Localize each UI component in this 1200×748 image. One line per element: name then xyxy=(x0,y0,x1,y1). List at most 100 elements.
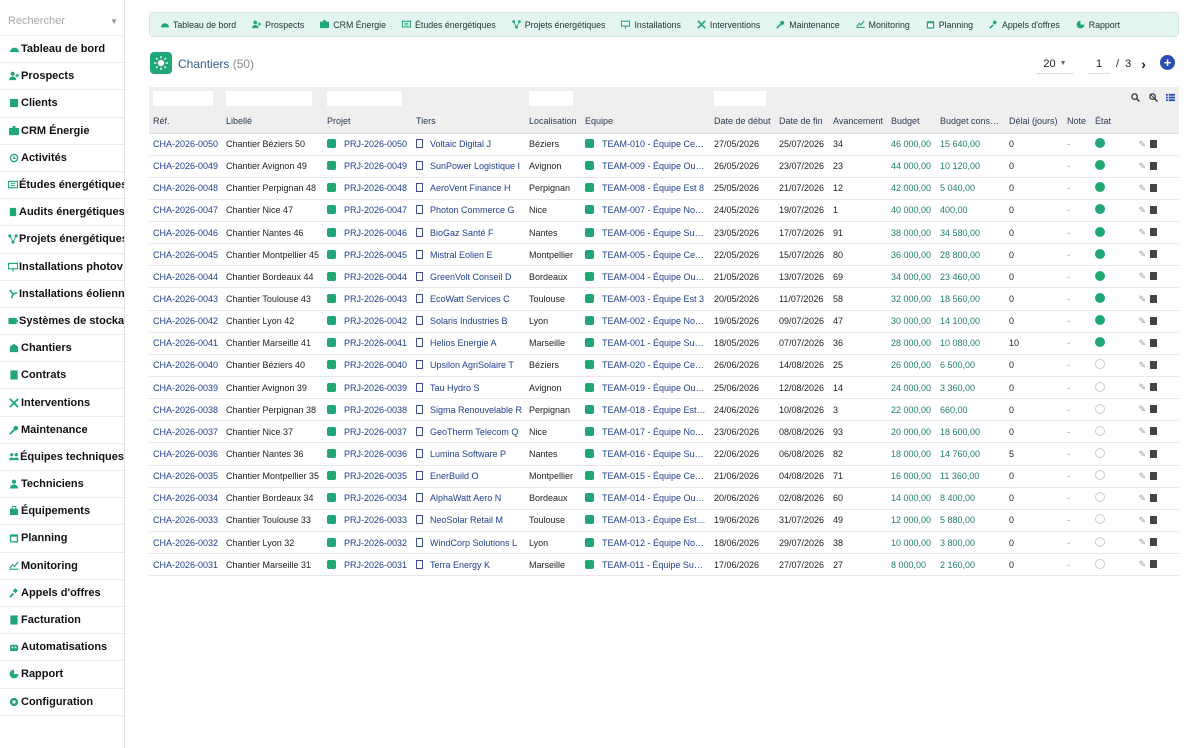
sidebar-item-equipements[interactable]: Équipements xyxy=(0,498,124,526)
delete-icon[interactable] xyxy=(1150,493,1157,502)
delete-icon[interactable] xyxy=(1150,471,1157,480)
project-link[interactable]: PRJ-2026-0038 xyxy=(344,405,407,415)
table-row[interactable]: CHA-2026-0042 Chantier Lyon 42 PRJ-2026-… xyxy=(149,310,1179,333)
column-header[interactable]: Date de début xyxy=(710,110,775,133)
top-menu-item-rapport[interactable]: Rapport xyxy=(1076,20,1120,30)
table-row[interactable]: CHA-2026-0036 Chantier Nantes 36 PRJ-202… xyxy=(149,443,1179,466)
tiers-link[interactable]: NeoSolar Retail M xyxy=(430,515,503,525)
delete-icon[interactable] xyxy=(1150,338,1157,347)
tiers-link[interactable]: AlphaWatt Aero N xyxy=(430,493,501,503)
delete-icon[interactable] xyxy=(1150,250,1157,259)
tiers-link[interactable]: BioGaz Santé F xyxy=(430,228,494,238)
top-menu-item-maintenance[interactable]: Maintenance xyxy=(776,20,840,30)
sidebar-item-monitoring[interactable]: Monitoring xyxy=(0,553,124,580)
ref-link[interactable]: CHA-2026-0035 xyxy=(153,471,218,481)
tiers-link[interactable]: Upsilon AgriSolaire T xyxy=(430,360,514,370)
project-link[interactable]: PRJ-2026-0035 xyxy=(344,471,407,481)
edit-icon[interactable]: ✎ xyxy=(1138,338,1146,348)
project-link[interactable]: PRJ-2026-0044 xyxy=(344,272,407,282)
project-link[interactable]: PRJ-2026-0032 xyxy=(344,538,407,548)
filter-location-input[interactable] xyxy=(529,91,574,106)
top-menu-item-monitoring[interactable]: Monitoring xyxy=(856,20,910,30)
edit-icon[interactable]: ✎ xyxy=(1138,139,1146,149)
edit-icon[interactable]: ✎ xyxy=(1138,426,1146,436)
team-link[interactable]: TEAM-009 - Équipe Ou… xyxy=(602,161,705,171)
sidebar-item-contrats[interactable]: Contrats xyxy=(0,362,124,390)
tiers-link[interactable]: Photon Commerce G xyxy=(430,205,515,215)
page-size-select[interactable]: 20 ▼ xyxy=(1036,54,1074,74)
delete-icon[interactable] xyxy=(1150,205,1157,214)
search-icon[interactable] xyxy=(1131,93,1140,102)
tiers-link[interactable]: SunPower Logistique I xyxy=(430,161,520,171)
ref-link[interactable]: CHA-2026-0042 xyxy=(153,316,218,326)
delete-icon[interactable] xyxy=(1150,161,1157,170)
edit-icon[interactable]: ✎ xyxy=(1138,559,1146,569)
sidebar-item-activites[interactable]: Activités xyxy=(0,145,124,172)
tiers-link[interactable]: Voltaic Digital J xyxy=(430,139,491,149)
table-row[interactable]: CHA-2026-0039 Chantier Avignon 39 PRJ-20… xyxy=(149,377,1179,399)
edit-icon[interactable]: ✎ xyxy=(1138,183,1146,193)
ref-link[interactable]: CHA-2026-0043 xyxy=(153,294,218,304)
delete-icon[interactable] xyxy=(1150,427,1157,436)
delete-icon[interactable] xyxy=(1150,515,1157,524)
sidebar-item-prospects[interactable]: Prospects xyxy=(0,63,124,91)
project-link[interactable]: PRJ-2026-0042 xyxy=(344,316,407,326)
table-row[interactable]: CHA-2026-0046 Chantier Nantes 46 PRJ-202… xyxy=(149,222,1179,244)
project-link[interactable]: PRJ-2026-0046 xyxy=(344,228,407,238)
add-record-button[interactable]: + xyxy=(1160,55,1175,70)
top-menu-item-planning[interactable]: Planning xyxy=(926,20,973,30)
delete-icon[interactable] xyxy=(1150,139,1157,148)
sidebar-item-audits-energetiques[interactable]: Audits énergétiques xyxy=(0,199,124,227)
edit-icon[interactable]: ✎ xyxy=(1138,316,1146,326)
ref-link[interactable]: CHA-2026-0039 xyxy=(153,383,218,393)
filter-label-input[interactable] xyxy=(226,91,312,106)
tiers-link[interactable]: EnerBuild O xyxy=(430,471,479,481)
ref-link[interactable]: CHA-2026-0046 xyxy=(153,228,218,238)
filter-start-date-input[interactable] xyxy=(714,91,767,106)
ref-link[interactable]: CHA-2026-0045 xyxy=(153,250,218,260)
tiers-link[interactable]: Lumina Software P xyxy=(430,449,506,459)
tiers-link[interactable]: WindCorp Solutions L xyxy=(430,538,517,548)
column-header[interactable]: Equipe xyxy=(581,110,710,133)
team-link[interactable]: TEAM-013 - Équipe Est… xyxy=(602,515,706,525)
delete-icon[interactable] xyxy=(1150,538,1157,547)
ref-link[interactable]: CHA-2026-0033 xyxy=(153,515,218,525)
team-link[interactable]: TEAM-020 - Équipe Ce… xyxy=(602,360,704,370)
ref-link[interactable]: CHA-2026-0048 xyxy=(153,183,218,193)
team-link[interactable]: TEAM-016 - Équipe Su… xyxy=(602,449,704,459)
sidebar-item-facturation[interactable]: Facturation xyxy=(0,607,124,635)
sidebar-item-rapport[interactable]: Rapport xyxy=(0,661,124,689)
project-link[interactable]: PRJ-2026-0041 xyxy=(344,338,407,348)
next-page-icon[interactable]: › xyxy=(1141,56,1146,72)
column-header[interactable]: Localisation xyxy=(525,110,581,133)
team-link[interactable]: TEAM-019 - Équipe Ou… xyxy=(602,383,705,393)
project-link[interactable]: PRJ-2026-0039 xyxy=(344,383,407,393)
team-link[interactable]: TEAM-004 - Équipe Ou… xyxy=(602,272,705,282)
edit-icon[interactable]: ✎ xyxy=(1138,537,1146,547)
ref-link[interactable]: CHA-2026-0049 xyxy=(153,161,218,171)
table-row[interactable]: CHA-2026-0034 Chantier Bordeaux 34 PRJ-2… xyxy=(149,487,1179,510)
top-menu-item-projets-energetiques[interactable]: Projets énergétiques xyxy=(511,20,605,30)
ref-link[interactable]: CHA-2026-0044 xyxy=(153,272,218,282)
project-link[interactable]: PRJ-2026-0037 xyxy=(344,427,407,437)
team-link[interactable]: TEAM-008 - Équipe Est 8 xyxy=(602,183,704,193)
ref-link[interactable]: CHA-2026-0041 xyxy=(153,338,218,348)
sidebar-item-tableau-de-bord[interactable]: Tableau de bord xyxy=(0,36,124,64)
current-page-input[interactable]: 1 xyxy=(1088,54,1110,74)
edit-icon[interactable]: ✎ xyxy=(1138,449,1146,459)
team-link[interactable]: TEAM-006 - Équipe Su… xyxy=(602,228,704,238)
team-link[interactable]: TEAM-011 - Équipe Su… xyxy=(602,560,703,570)
column-header[interactable]: Tiers xyxy=(412,110,525,133)
team-link[interactable]: TEAM-001 - Équipe Su… xyxy=(602,338,704,348)
edit-icon[interactable]: ✎ xyxy=(1138,161,1146,171)
edit-icon[interactable]: ✎ xyxy=(1138,404,1146,414)
edit-icon[interactable]: ✎ xyxy=(1138,205,1146,215)
filter-ref-input[interactable] xyxy=(153,91,213,106)
column-header[interactable]: Avancement xyxy=(829,110,887,133)
table-row[interactable]: CHA-2026-0033 Chantier Toulouse 33 PRJ-2… xyxy=(149,509,1179,532)
team-link[interactable]: TEAM-010 - Équipe Ce… xyxy=(602,139,704,149)
project-link[interactable]: PRJ-2026-0049 xyxy=(344,161,407,171)
top-menu-item-crm-energie[interactable]: CRM Énergie xyxy=(320,20,386,30)
project-link[interactable]: PRJ-2026-0043 xyxy=(344,294,407,304)
tiers-link[interactable]: Sigma Renouvelable R xyxy=(430,405,522,415)
